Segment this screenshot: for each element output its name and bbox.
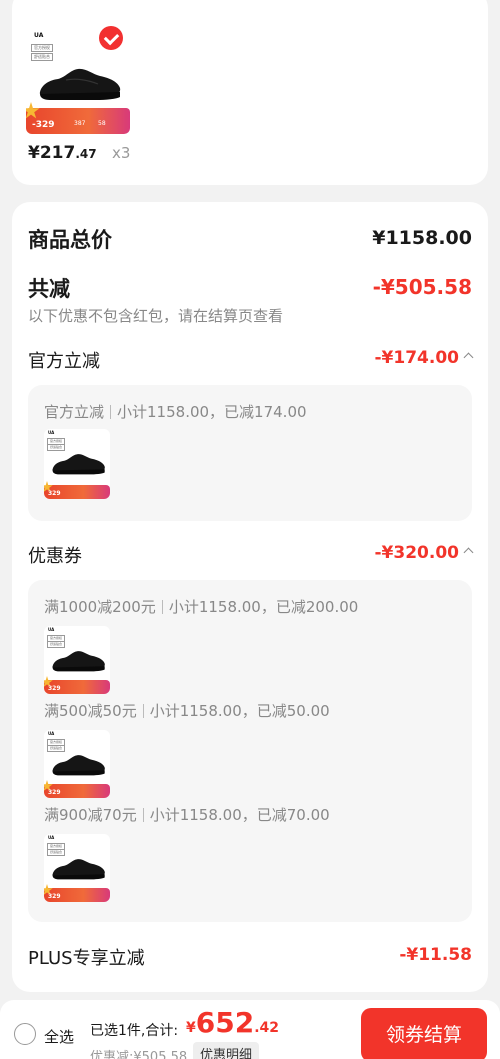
coupon-name: 满500减50元 xyxy=(44,702,137,720)
promo-value: 387 xyxy=(74,120,86,127)
product-tag: 舒适贴合 xyxy=(47,444,66,451)
official-line: 官方立减 小计1158.00，已减174.00 xyxy=(44,401,307,422)
coupon-line: 满1000减200元 小计1158.00，已减200.00 xyxy=(44,596,358,617)
divider xyxy=(161,600,163,614)
brand-logo: UA xyxy=(48,430,55,435)
coupon-line: 满900减70元 小计1158.00，已减70.00 xyxy=(44,804,330,825)
shoe-image xyxy=(39,68,121,100)
select-all-label[interactable]: 全选 xyxy=(44,1026,74,1047)
official-discount-toggle[interactable]: -¥174.00 xyxy=(374,348,474,368)
chevron-up-icon xyxy=(463,547,474,558)
coupon-detail: 小计1158.00，已减200.00 xyxy=(168,598,359,616)
total-amount: ¥652.42 xyxy=(186,1006,280,1039)
brand-logo: UA xyxy=(48,835,55,840)
divider xyxy=(110,405,112,419)
product-tag: 舒适贴合 xyxy=(47,641,66,648)
product-tag: 官方授权 xyxy=(31,44,53,52)
star-icon xyxy=(26,102,40,119)
promo-banner: 329 xyxy=(44,481,110,499)
total-reduce-value: -¥505.58 xyxy=(372,275,472,299)
shoe-image xyxy=(52,755,105,776)
checkout-bar: 全选 已选1件,合计: ¥652.42 优惠减:¥505.58 优惠明细 领券结… xyxy=(0,1000,500,1059)
promo-banner: 329 xyxy=(44,884,110,902)
divider xyxy=(142,704,144,718)
brand-logo: UA xyxy=(48,731,55,736)
item-selected-check-icon[interactable] xyxy=(99,26,123,50)
promo-price: 329 xyxy=(48,789,61,796)
promo-price: -329 xyxy=(32,120,55,130)
product-thumbnail: UA 官方授权 舒适贴合 329 xyxy=(44,834,110,902)
coupon-value: -¥320.00 xyxy=(374,543,460,563)
product-tag: 舒适贴合 xyxy=(47,745,66,752)
shoe-image xyxy=(52,859,105,880)
brand-logo: UA xyxy=(34,32,44,39)
brand-logo: UA xyxy=(48,627,55,632)
discount-summary: 优惠减:¥505.58 xyxy=(90,1050,188,1059)
promo-price: 329 xyxy=(48,893,61,900)
price-detail-card: 商品总价 ¥1158.00 共减 -¥505.58 以下优惠不包含红包，请在结算… xyxy=(12,202,488,992)
coupon-line: 满500减50元 小计1158.00，已减50.00 xyxy=(44,700,330,721)
cart-item-card: UA 官方授权 舒适贴合 -329 387 58 ¥217.47 x3 xyxy=(12,0,488,185)
total-reduce-label: 共减 xyxy=(28,277,70,301)
promo-banner: 329 xyxy=(44,676,110,694)
discount-detail: 小计1158.00，已减174.00 xyxy=(117,403,307,421)
shoe-image xyxy=(52,651,105,672)
coupon-label: 优惠券 xyxy=(28,546,82,567)
checkout-button[interactable]: 领券结算 xyxy=(361,1008,487,1059)
product-thumbnail: UA 官方授权 舒适贴合 329 xyxy=(44,730,110,798)
coupon-toggle[interactable]: -¥320.00 xyxy=(374,543,474,563)
item-quantity: x3 xyxy=(112,144,131,162)
promo-banner: -329 387 58 xyxy=(26,102,130,134)
product-thumbnail: UA 官方授权 舒适贴合 329 xyxy=(44,626,110,694)
promo-price: 329 xyxy=(48,685,61,692)
product-tag: 舒适贴合 xyxy=(47,849,66,856)
discount-detail-button[interactable]: 优惠明细 xyxy=(193,1042,260,1059)
select-all-radio[interactable] xyxy=(14,1023,36,1045)
promo-value: 58 xyxy=(98,120,106,127)
item-price: ¥217.47 xyxy=(28,143,97,163)
promo-banner: 329 xyxy=(44,780,110,798)
divider xyxy=(142,808,144,822)
product-tag: 舒适贴合 xyxy=(31,53,53,61)
coupon-panel: 满1000减200元 小计1158.00，已减200.00 UA 官方授权 舒适贴… xyxy=(28,580,472,922)
official-discount-panel: 官方立减 小计1158.00，已减174.00 UA 官方授权 舒适贴合 329 xyxy=(28,385,472,521)
plus-discount-value: -¥11.58 xyxy=(399,945,472,965)
plus-discount-label: PLUS专享立减 xyxy=(28,948,145,969)
product-thumbnail: UA 官方授权 舒适贴合 329 xyxy=(44,429,110,499)
coupon-name: 满1000减200元 xyxy=(44,598,156,616)
total-price-value: ¥1158.00 xyxy=(372,227,472,249)
promo-price: 329 xyxy=(48,490,61,497)
selected-summary: 已选1件,合计: xyxy=(90,1023,179,1039)
shoe-image xyxy=(52,454,105,475)
official-discount-label: 官方立减 xyxy=(28,351,100,372)
official-discount-value: -¥174.00 xyxy=(374,348,460,368)
coupon-name: 满900减70元 xyxy=(44,806,137,824)
total-price-label: 商品总价 xyxy=(28,228,112,252)
reduce-note: 以下优惠不包含红包，请在结算页查看 xyxy=(28,307,284,325)
chevron-up-icon xyxy=(463,352,474,363)
coupon-detail: 小计1158.00，已减50.00 xyxy=(149,702,330,720)
discount-name: 官方立减 xyxy=(44,403,105,421)
coupon-detail: 小计1158.00，已减70.00 xyxy=(149,806,330,824)
